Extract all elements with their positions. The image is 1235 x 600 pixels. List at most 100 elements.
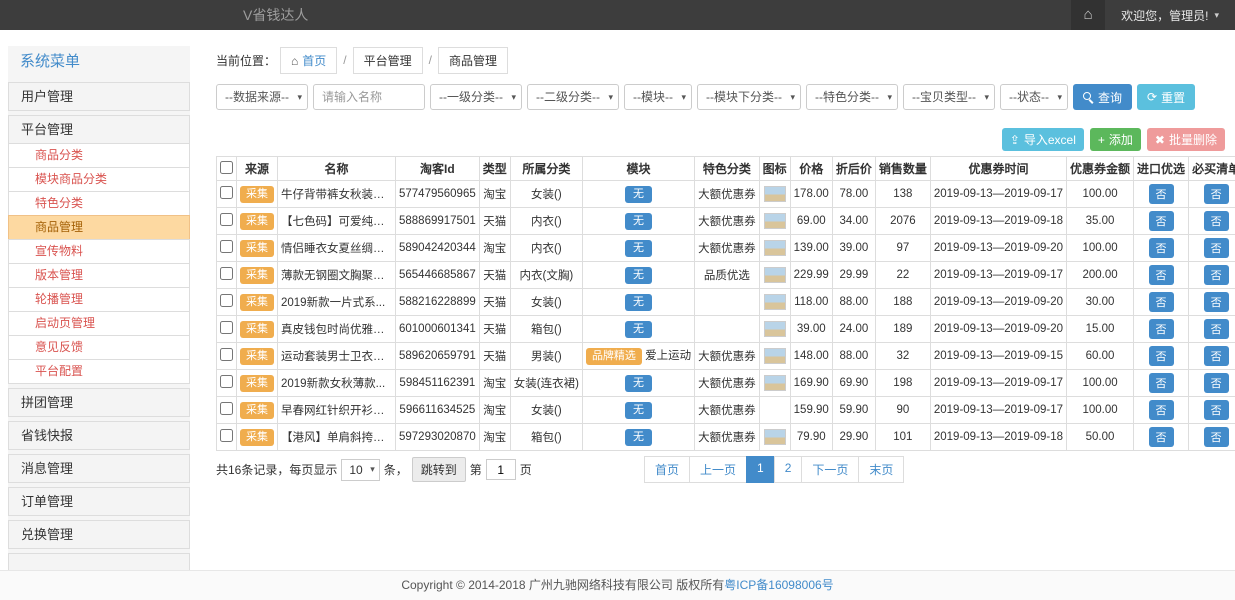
module-cell: 无 bbox=[582, 208, 694, 235]
coupon-amount: 100.00 bbox=[1067, 397, 1134, 424]
sidebar-item-15[interactable]: 订单管理 bbox=[8, 487, 190, 516]
user-menu[interactable]: 欢迎您，管理员! ▾ bbox=[1105, 0, 1235, 30]
page-number-input[interactable] bbox=[486, 459, 516, 480]
must-buy-toggle[interactable]: 否 bbox=[1204, 346, 1229, 366]
import-select-toggle[interactable]: 否 bbox=[1149, 319, 1174, 339]
sidebar-item-16[interactable]: 兑换管理 bbox=[8, 520, 190, 549]
filter-select-5[interactable]: --特色分类--▾ bbox=[806, 84, 898, 110]
must-buy-toggle[interactable]: 否 bbox=[1204, 427, 1229, 447]
row-checkbox[interactable] bbox=[220, 186, 233, 199]
icon-cell bbox=[759, 316, 790, 343]
price: 178.00 bbox=[790, 181, 832, 208]
page-button-0[interactable]: 首页 bbox=[644, 456, 690, 483]
import-select-toggle[interactable]: 否 bbox=[1149, 292, 1174, 312]
must-buy-toggle[interactable]: 否 bbox=[1204, 373, 1229, 393]
taoke-id: 589042420344 bbox=[396, 235, 480, 262]
sidebar-item-12[interactable]: 拼团管理 bbox=[8, 388, 190, 417]
import-excel-button[interactable]: ⇪ 导入excel bbox=[1002, 128, 1084, 151]
sidebar-item-7[interactable]: 版本管理 bbox=[8, 263, 190, 288]
select-all-checkbox[interactable] bbox=[220, 161, 233, 174]
name-search-input[interactable] bbox=[313, 84, 425, 110]
sidebar: 系统菜单 用户管理平台管理商品分类模块商品分类特色分类商品管理宣传物料版本管理轮… bbox=[8, 46, 190, 570]
coupon-amount: 100.00 bbox=[1067, 370, 1134, 397]
filter-select-2[interactable]: --二级分类--▾ bbox=[527, 84, 619, 110]
import-select-toggle[interactable]: 否 bbox=[1149, 346, 1174, 366]
row-select-cell bbox=[217, 235, 237, 262]
per-page-select[interactable]: 10 ▾ bbox=[341, 459, 379, 481]
sidebar-item-10[interactable]: 意见反馈 bbox=[8, 335, 190, 360]
row-checkbox[interactable] bbox=[220, 402, 233, 415]
page-button-2[interactable]: 1 bbox=[746, 456, 775, 483]
filter-select-6[interactable]: --宝贝类型--▾ bbox=[903, 84, 995, 110]
breadcrumb-item-1[interactable]: 平台管理 bbox=[353, 47, 423, 74]
sidebar-item-1[interactable]: 平台管理 bbox=[8, 115, 190, 144]
home-icon: ⌂ bbox=[1084, 6, 1093, 23]
import-select-toggle[interactable]: 否 bbox=[1149, 265, 1174, 285]
sidebar-item-5[interactable]: 商品管理 bbox=[8, 215, 190, 240]
add-button[interactable]: + 添加 bbox=[1090, 128, 1141, 151]
coupon-time: 2019-09-13—2019-09-17 bbox=[930, 262, 1066, 289]
search-button[interactable]: 查询 bbox=[1073, 84, 1132, 110]
filter-select-7[interactable]: --状态--▾ bbox=[1000, 84, 1068, 110]
sidebar-item-11[interactable]: 平台配置 bbox=[8, 359, 190, 384]
page-button-3[interactable]: 2 bbox=[774, 456, 803, 483]
icon-cell bbox=[759, 370, 790, 397]
home-button[interactable]: ⌂ bbox=[1071, 0, 1105, 30]
sidebar-item-partial[interactable] bbox=[8, 553, 190, 570]
page-button-1[interactable]: 上一页 bbox=[689, 456, 747, 483]
import-select-toggle[interactable]: 否 bbox=[1149, 427, 1174, 447]
must-buy-toggle[interactable]: 否 bbox=[1204, 238, 1229, 258]
breadcrumb-item-0[interactable]: ⌂首页 bbox=[280, 47, 337, 74]
sidebar-item-3[interactable]: 模块商品分类 bbox=[8, 167, 190, 192]
coupon-time: 2019-09-13—2019-09-17 bbox=[930, 370, 1066, 397]
icp-link[interactable]: 粤ICP备16098006号 bbox=[724, 578, 833, 592]
filter-select-3[interactable]: --模块--▾ bbox=[624, 84, 692, 110]
module-badge: 无 bbox=[625, 186, 652, 203]
jump-button[interactable]: 跳转到 bbox=[412, 457, 466, 482]
coupon-time: 2019-09-13—2019-09-17 bbox=[930, 181, 1066, 208]
record-count-text: 共16条记录，每页显示 bbox=[216, 461, 337, 478]
sidebar-item-13[interactable]: 省钱快报 bbox=[8, 421, 190, 450]
import-select-toggle[interactable]: 否 bbox=[1149, 184, 1174, 204]
row-checkbox[interactable] bbox=[220, 429, 233, 442]
module-badge: 无 bbox=[625, 429, 652, 446]
sidebar-item-14[interactable]: 消息管理 bbox=[8, 454, 190, 483]
row-checkbox[interactable] bbox=[220, 213, 233, 226]
taoke-id: 596611634525 bbox=[396, 397, 480, 424]
breadcrumb-item-2[interactable]: 商品管理 bbox=[438, 47, 508, 74]
import-select-toggle[interactable]: 否 bbox=[1149, 400, 1174, 420]
sidebar-item-2[interactable]: 商品分类 bbox=[8, 143, 190, 168]
page-button-4[interactable]: 下一页 bbox=[801, 456, 859, 483]
source-badge: 采集 bbox=[240, 321, 274, 338]
import-select-toggle[interactable]: 否 bbox=[1149, 238, 1174, 258]
sidebar-item-0[interactable]: 用户管理 bbox=[8, 82, 190, 111]
sidebar-item-6[interactable]: 宣传物料 bbox=[8, 239, 190, 264]
must-buy-toggle[interactable]: 否 bbox=[1204, 211, 1229, 231]
reset-button[interactable]: ⟳ 重置 bbox=[1137, 84, 1195, 110]
coupon-time: 2019-09-13—2019-09-17 bbox=[930, 397, 1066, 424]
row-checkbox[interactable] bbox=[220, 294, 233, 307]
page-button-5[interactable]: 末页 bbox=[858, 456, 904, 483]
row-checkbox[interactable] bbox=[220, 240, 233, 253]
import-select-toggle[interactable]: 否 bbox=[1149, 373, 1174, 393]
row-checkbox[interactable] bbox=[220, 348, 233, 361]
filter-controls: --数据来源--▾ --一级分类--▾--二级分类--▾--模块--▾--模块下分… bbox=[216, 84, 1068, 110]
sidebar-item-9[interactable]: 启动页管理 bbox=[8, 311, 190, 336]
row-checkbox[interactable] bbox=[220, 375, 233, 388]
must-buy-toggle[interactable]: 否 bbox=[1204, 292, 1229, 312]
must-buy-toggle[interactable]: 否 bbox=[1204, 319, 1229, 339]
coupon-amount: 35.00 bbox=[1067, 208, 1134, 235]
must-buy-toggle[interactable]: 否 bbox=[1204, 184, 1229, 204]
column-header-13: 进口优选 bbox=[1134, 157, 1189, 181]
sidebar-item-8[interactable]: 轮播管理 bbox=[8, 287, 190, 312]
must-buy-toggle[interactable]: 否 bbox=[1204, 265, 1229, 285]
import-select-toggle[interactable]: 否 bbox=[1149, 211, 1174, 231]
must-buy-toggle[interactable]: 否 bbox=[1204, 400, 1229, 420]
filter-select-1[interactable]: --一级分类--▾ bbox=[430, 84, 522, 110]
row-checkbox[interactable] bbox=[220, 267, 233, 280]
row-checkbox[interactable] bbox=[220, 321, 233, 334]
batch-delete-button[interactable]: ✖ 批量删除 bbox=[1147, 128, 1225, 151]
filter-select-4[interactable]: --模块下分类--▾ bbox=[697, 84, 801, 110]
sidebar-item-4[interactable]: 特色分类 bbox=[8, 191, 190, 216]
filter-select-0[interactable]: --数据来源--▾ bbox=[216, 84, 308, 110]
